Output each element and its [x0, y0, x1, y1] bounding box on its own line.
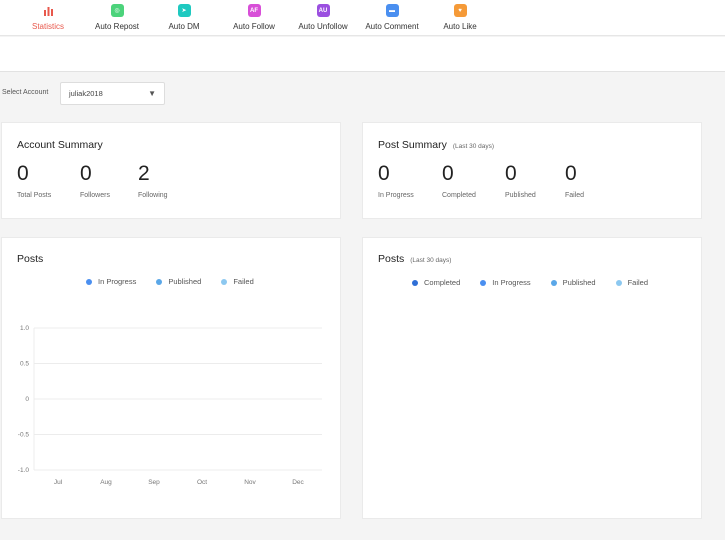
x-tick-label: Dec — [292, 479, 304, 486]
posts-30-days-card: Posts (Last 30 days) Completed In Progress… — [362, 237, 702, 519]
stat-value: 0 — [442, 162, 454, 185]
stat-value: 0 — [565, 162, 577, 185]
x-tick-label: Aug — [100, 479, 112, 486]
x-tick-label: Jul — [54, 479, 63, 486]
stat-published: 0 Published — [505, 163, 536, 199]
bar-chart-icon — [42, 4, 55, 17]
comment-icon: ▬ — [385, 4, 399, 17]
y-tick-label: -1.0 — [18, 467, 30, 474]
stat-completed: 0 Completed — [442, 163, 476, 199]
legend-label: In Progress — [492, 278, 531, 287]
heart-icon: ♥ — [453, 4, 467, 17]
nav-item-statistics[interactable]: Statistics — [13, 4, 83, 31]
account-select-value: juliak2018 — [69, 89, 103, 98]
select-account-label: Select Account — [2, 89, 49, 96]
stat-total-posts: 0 Total Posts — [17, 163, 51, 199]
stat-failed: 0 Failed — [565, 163, 584, 199]
account-summary-title: Account Summary — [17, 139, 103, 151]
legend-label: Failed — [627, 278, 649, 287]
stat-value: 0 — [80, 162, 92, 185]
x-tick-label: Sep — [148, 479, 160, 486]
legend-item-failed[interactable]: Failed — [615, 278, 649, 287]
stat-value: 0 — [378, 162, 390, 185]
post-summary-subtitle: (Last 30 days) — [452, 143, 495, 150]
nav-item-auto-comment[interactable]: ▬ Auto Comment — [357, 4, 427, 31]
stat-label: Published — [505, 192, 536, 199]
nav-item-label: Auto DM — [168, 22, 200, 31]
chevron-down-icon: ▼ — [148, 89, 156, 98]
stat-following: 2 Following — [138, 163, 168, 199]
stat-value: 0 — [505, 162, 517, 185]
x-tick-label: Oct — [197, 479, 207, 486]
post-summary-card: Post Summary (Last 30 days) 0 In Progress… — [362, 122, 702, 219]
post-summary-title: Post Summary (Last 30 days) — [378, 139, 494, 151]
nav-item-label: Auto Like — [443, 22, 477, 31]
posts-30-title: Posts (Last 30 days) — [378, 253, 451, 265]
nav-item-auto-dm[interactable]: ➤ Auto DM — [149, 4, 219, 31]
legend-label: Published — [562, 278, 596, 287]
repost-icon: ◎ — [110, 4, 124, 17]
nav-item-label: Auto Repost — [94, 22, 140, 31]
nav-item-label: Auto Comment — [365, 22, 419, 31]
stat-label: Completed — [442, 192, 476, 199]
stat-label: In Progress — [378, 192, 414, 199]
account-select[interactable]: juliak2018 ▼ — [60, 82, 165, 105]
y-tick-label: 0 — [25, 396, 29, 403]
sub-header-bar — [0, 37, 725, 72]
stat-label: Failed — [565, 192, 585, 199]
nav-item-auto-repost[interactable]: ◎ Auto Repost — [82, 4, 152, 31]
nav-item-auto-follow[interactable]: AF Auto Follow — [219, 4, 289, 31]
legend-dot-icon — [550, 279, 557, 286]
stat-value: 2 — [138, 162, 150, 185]
x-tick-label: Nov — [244, 479, 256, 486]
nav-item-auto-like[interactable]: ♥ Auto Like — [425, 4, 495, 31]
y-tick-label: 0.5 — [20, 361, 29, 368]
follow-icon: AF — [247, 4, 261, 17]
legend-dot-icon — [615, 279, 622, 286]
legend-label: Completed — [424, 278, 461, 287]
top-navigation: Statistics ◎ Auto Repost ➤ Auto DM AF Auto Fol… — [0, 0, 725, 36]
nav-item-label: Auto Unfollow — [298, 22, 348, 31]
post-summary-title-text: Post Summary — [378, 139, 447, 151]
nav-item-label: Auto Follow — [233, 22, 275, 31]
legend-item-in-progress[interactable]: In Progress — [480, 278, 531, 287]
unfollow-icon: AU — [316, 4, 330, 17]
stat-label: Followers — [80, 192, 110, 199]
stat-label: Total Posts — [17, 192, 52, 199]
legend-item-published[interactable]: Published — [550, 278, 596, 287]
paper-plane-icon: ➤ — [177, 4, 191, 17]
posts-30-legend: Completed In Progress Published Failed — [412, 278, 668, 287]
posts-chart-card: Posts In Progress Published Failed 1.0 0.5 0… — [1, 237, 341, 519]
posts-30-subtitle: (Last 30 days) — [410, 257, 452, 264]
nav-item-auto-unfollow[interactable]: AU Auto Unfollow — [288, 4, 358, 31]
y-tick-label: -0.5 — [18, 432, 30, 439]
legend-dot-icon — [480, 279, 487, 286]
stat-label: Following — [138, 192, 168, 199]
posts-line-chart: 1.0 0.5 0 -0.5 -1.0 Jul Aug Sep Oct Nov Dec — [18, 325, 322, 486]
stat-value: 0 — [17, 162, 29, 185]
stat-followers: 0 Followers — [80, 163, 110, 199]
legend-dot-icon — [412, 279, 418, 286]
y-tick-label: 1.0 — [20, 325, 29, 332]
legend-item-completed[interactable]: Completed — [412, 278, 460, 287]
stat-in-progress: 0 In Progress — [378, 163, 414, 199]
account-summary-card: Account Summary 0 Total Posts 0 Follower… — [1, 122, 341, 219]
nav-item-label: Statistics — [31, 22, 64, 31]
posts-30-title-text: Posts — [378, 253, 405, 265]
